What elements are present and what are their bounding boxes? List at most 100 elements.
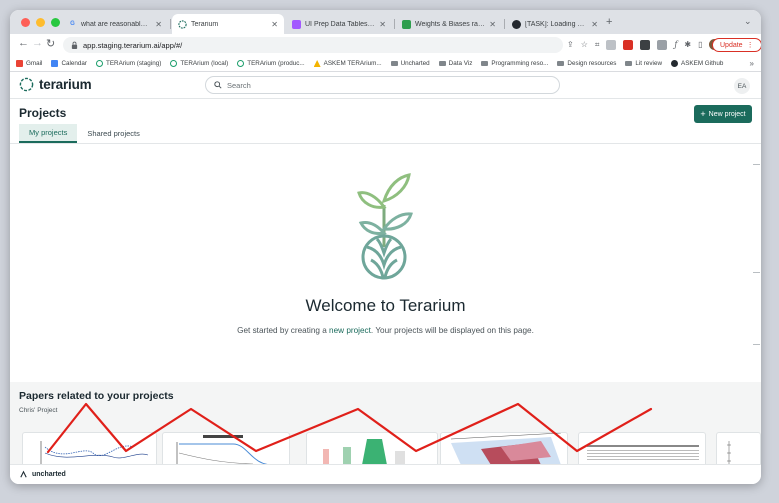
close-icon[interactable]: ✕ <box>155 20 162 29</box>
toolbar-icons: ⇪ ☆ ⌗ ƒ ✱ ▯ <box>567 39 721 50</box>
paper-thumbnail <box>587 445 699 460</box>
address-bar[interactable]: app.staging.terarium.ai/app/#/ <box>63 37 563 53</box>
update-label: Update <box>720 41 743 49</box>
bookmark-terarium-staging[interactable]: TERArium (staging) <box>96 60 161 67</box>
page-title: Projects <box>19 106 67 120</box>
close-icon[interactable]: ✕ <box>489 20 496 29</box>
close-window-button[interactable] <box>21 18 30 27</box>
extension-icon[interactable] <box>657 39 668 50</box>
tab-shared-projects[interactable]: Shared projects <box>77 124 150 143</box>
extension-icon[interactable] <box>623 39 634 50</box>
paper-thumbnail <box>40 441 149 464</box>
extension-icon[interactable] <box>606 39 617 50</box>
browser-tab[interactable]: G what are reasonable values for ✕ <box>62 14 168 34</box>
bookmark-folder-lit-review[interactable]: Lit review <box>625 60 662 67</box>
bookmark-askem-github[interactable]: ASKEM Github <box>671 60 723 67</box>
related-papers-section: Papers related to your projects Chris' P… <box>10 382 761 464</box>
forward-icon[interactable]: → <box>32 37 43 49</box>
bookmark-askem-terarium[interactable]: ASKEM TERArium... <box>313 60 382 67</box>
bookmark-folder-design[interactable]: Design resources <box>557 60 616 67</box>
screenshot-icon[interactable]: ⌗ <box>595 40 600 50</box>
window-controls <box>21 18 60 27</box>
more-vert-icon: ⋮ <box>746 42 754 49</box>
paper-card[interactable] <box>22 432 157 464</box>
search-box[interactable] <box>205 76 560 94</box>
tab-label: UI Prep Data Tables 4.0 – Figm <box>305 20 375 28</box>
bookmark-folder-data-viz[interactable]: Data Viz <box>438 60 472 67</box>
close-icon[interactable]: ✕ <box>271 20 278 29</box>
new-project-link[interactable]: new project <box>329 326 371 335</box>
browser-tab-strip: G what are reasonable values for ✕ Terar… <box>10 10 761 34</box>
minimize-window-button[interactable] <box>36 18 45 27</box>
search-icon <box>214 81 222 89</box>
scroll-edge <box>751 144 761 384</box>
paper-thumbnail <box>176 435 269 464</box>
bookmark-terarium-production[interactable]: TERArium (produc... <box>237 60 305 67</box>
brand-name: terarium <box>39 77 92 92</box>
github-icon <box>671 60 679 67</box>
paper-card[interactable] <box>716 432 761 464</box>
welcome-subtitle: Get started by creating a new project. Y… <box>237 326 534 335</box>
extension-icon[interactable] <box>640 39 651 50</box>
share-icon[interactable]: ⇪ <box>567 40 574 49</box>
footer-brand: uncharted <box>32 471 66 478</box>
lock-icon <box>71 41 78 49</box>
sidebar-icon[interactable]: ▯ <box>698 40 702 49</box>
folder-icon <box>438 61 446 66</box>
url-text: app.staging.terarium.ai/app/#/ <box>83 40 183 50</box>
drive-icon <box>313 60 321 67</box>
paper-card[interactable] <box>440 432 568 464</box>
terarium-icon <box>170 60 178 67</box>
folder-icon <box>557 61 565 66</box>
browser-window: G what are reasonable values for ✕ Terar… <box>10 10 761 484</box>
github-icon <box>512 19 521 29</box>
papers-subtitle: Chris' Project <box>19 407 58 414</box>
bookmark-terarium-local[interactable]: TERArium (local) <box>170 60 228 67</box>
close-icon[interactable]: ✕ <box>379 20 386 29</box>
paper-thumbnail <box>727 441 731 464</box>
browser-tab[interactable]: UI Prep Data Tables 4.0 – Figm ✕ <box>286 14 392 34</box>
app-footer: uncharted <box>10 464 761 484</box>
folder-icon <box>390 61 398 66</box>
chevron-right-icon[interactable]: » <box>750 59 754 68</box>
bookmark-folder-programming[interactable]: Programming reso... <box>481 60 548 67</box>
bookmark-gmail[interactable]: Gmail <box>16 60 42 67</box>
plus-icon: + <box>700 109 706 119</box>
gmail-icon <box>16 60 23 67</box>
paper-card[interactable] <box>162 432 290 464</box>
chevron-down-icon[interactable]: ⌄ <box>744 16 752 27</box>
terarium-logo-icon <box>19 77 34 92</box>
tab-label: what are reasonable values for <box>81 20 151 28</box>
terarium-icon <box>96 60 104 67</box>
back-icon[interactable]: ← <box>18 37 29 49</box>
tab-divider <box>10 143 761 144</box>
update-button[interactable]: Update ⋮ <box>712 38 761 52</box>
terarium-logo[interactable]: terarium <box>19 77 92 92</box>
function-icon[interactable]: ƒ <box>674 40 677 49</box>
new-project-button[interactable]: + New project <box>694 105 752 123</box>
new-tab-icon[interactable]: + <box>606 16 612 28</box>
star-icon[interactable]: ☆ <box>581 40 588 49</box>
browser-tab[interactable]: [TASK]: Loading state for home ✕ <box>506 14 604 34</box>
reload-icon[interactable]: ↻ <box>46 37 55 50</box>
browser-tab[interactable]: Weights & Biases raises $45M ✕ <box>396 14 502 34</box>
close-icon[interactable]: ✕ <box>591 20 598 29</box>
paper-card[interactable] <box>578 432 706 464</box>
maximize-window-button[interactable] <box>51 18 60 27</box>
tab-label: [TASK]: Loading state for home <box>525 20 587 28</box>
folder-icon <box>625 61 633 66</box>
tab-my-projects[interactable]: My projects <box>19 124 78 143</box>
puzzle-icon[interactable]: ✱ <box>684 40 691 49</box>
folder-icon <box>481 61 489 66</box>
bookmark-calendar[interactable]: Calendar <box>51 60 87 67</box>
browser-tab-active[interactable]: Terarium ✕ <box>172 14 284 34</box>
bookmarks-bar: Gmail Calendar TERArium (staging) TERAri… <box>10 56 761 72</box>
paper-card[interactable] <box>306 432 438 464</box>
project-tabs: My projects Shared projects <box>19 124 150 143</box>
bookmark-folder-uncharted[interactable]: Uncharted <box>390 60 430 67</box>
paper-thumbnail <box>323 439 405 464</box>
papers-title: Papers related to your projects <box>19 390 174 402</box>
sprout-illustration <box>357 173 413 280</box>
search-input[interactable] <box>227 80 527 90</box>
user-avatar[interactable]: EA <box>734 78 750 94</box>
